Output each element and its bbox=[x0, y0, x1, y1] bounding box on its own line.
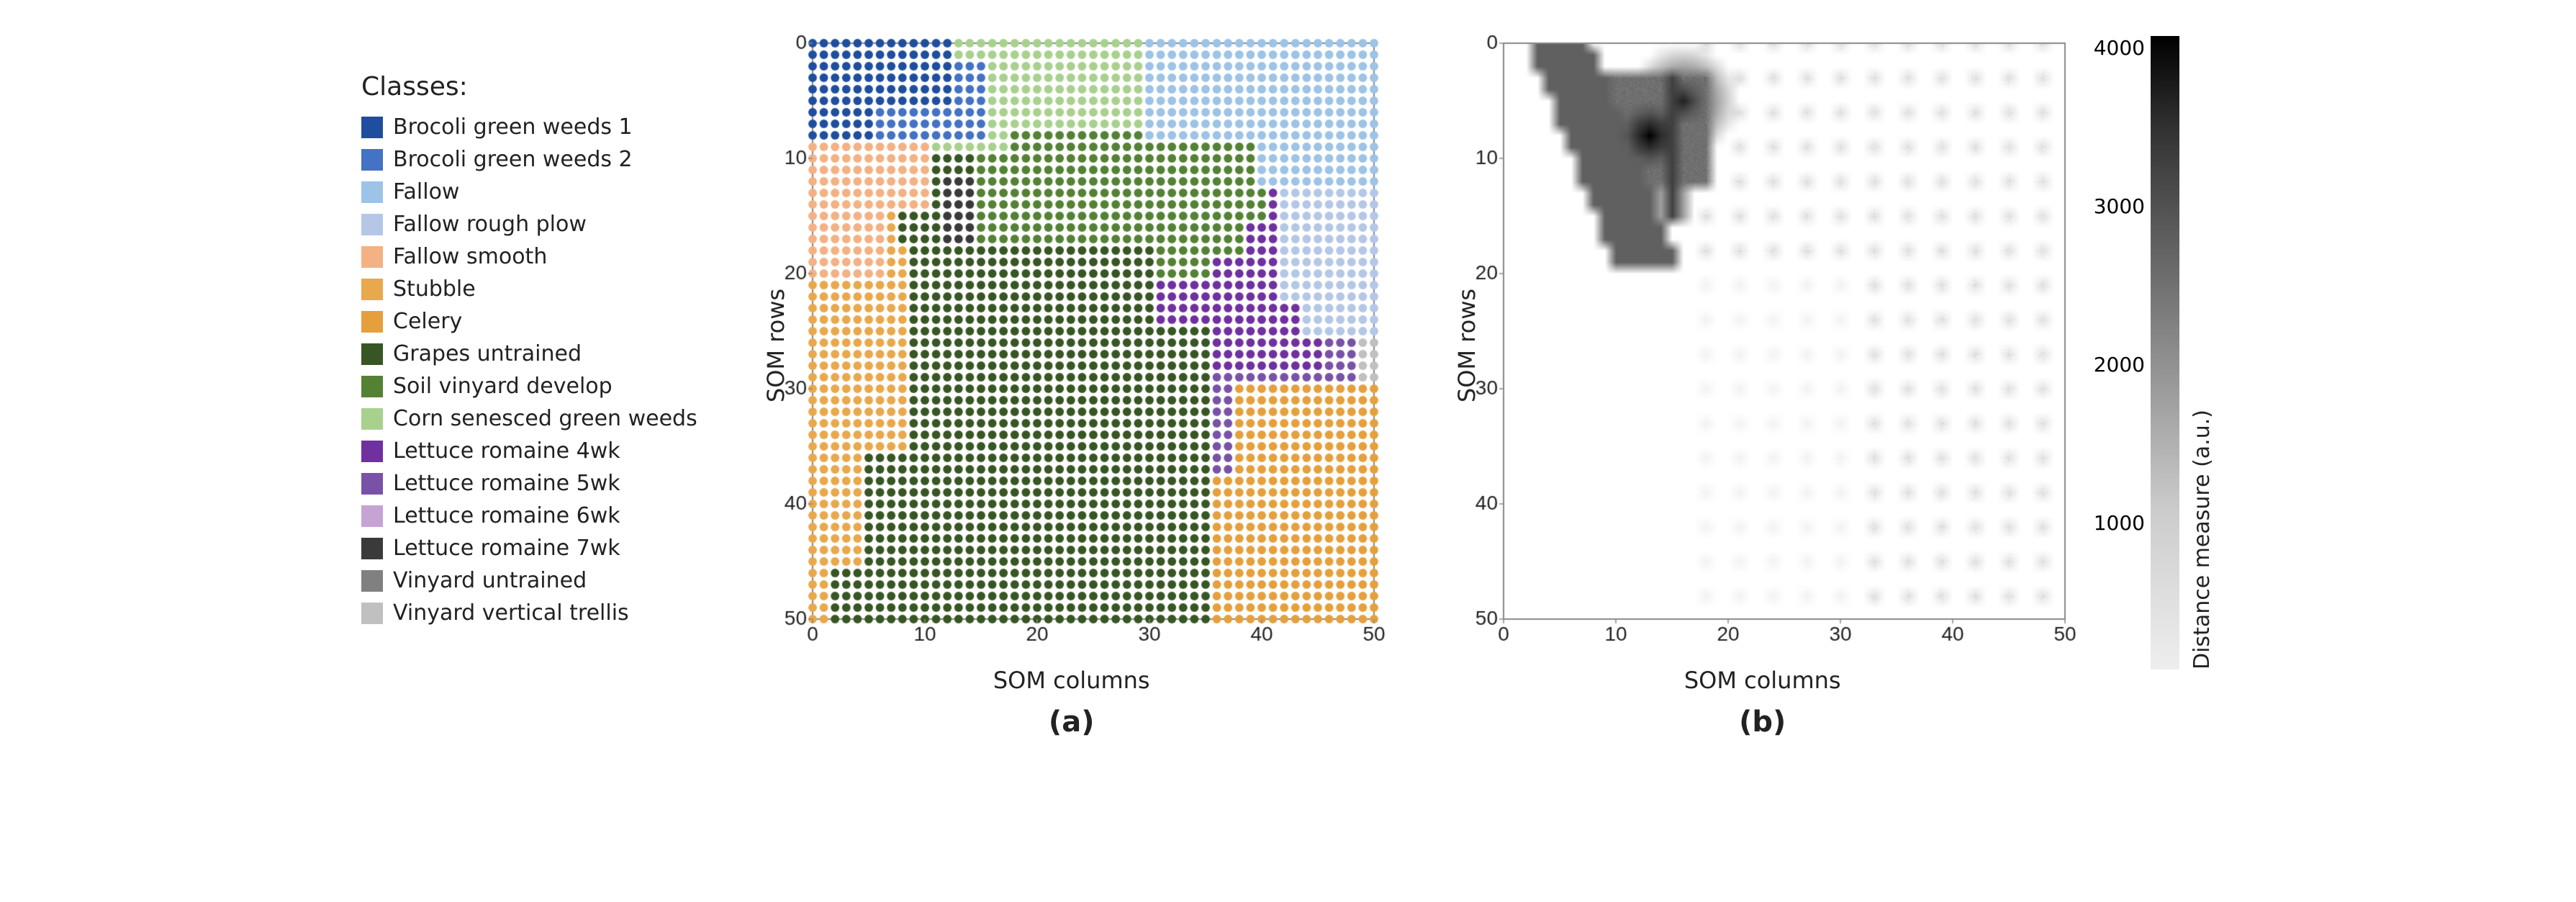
chart-a-y-label: SOM rows bbox=[762, 289, 790, 402]
colorbar-tick-4000: 4000 bbox=[2094, 36, 2145, 60]
legend-item-label: Brocoli green weeds 2 bbox=[393, 147, 633, 172]
chart-b-figure-label: (b) bbox=[1739, 705, 1786, 739]
legend-color-box bbox=[361, 570, 383, 592]
legend-item-label: Fallow smooth bbox=[393, 244, 547, 269]
legend-item-label: Vinyard untrained bbox=[393, 568, 587, 593]
legend-item-label: Lettuce romaine 7wk bbox=[393, 536, 620, 561]
legend-item: Brocoli green weeds 1 bbox=[361, 114, 697, 140]
legend-item-label: Grapes untrained bbox=[393, 341, 582, 366]
legend-item-label: Celery bbox=[393, 309, 462, 334]
legend-item: Grapes untrained bbox=[361, 341, 697, 366]
legend-color-box bbox=[361, 343, 383, 365]
legend-item: Lettuce romaine 5wk bbox=[361, 471, 697, 496]
chart-b-panel: SOM rows SOM columns (b) bbox=[1446, 29, 2079, 739]
legend-item: Celery bbox=[361, 309, 697, 334]
legend-item: Corn senesced green weeds bbox=[361, 406, 697, 431]
legend-item-label: Lettuce romaine 4wk bbox=[393, 438, 620, 464]
chart-b-wrapper: SOM rows bbox=[1446, 29, 2079, 662]
legend-item: Fallow rough plow bbox=[361, 212, 697, 237]
legend-item: Vinyard vertical trellis bbox=[361, 600, 697, 626]
chart-b-y-label: SOM rows bbox=[1453, 289, 1481, 402]
colorbar-tick-2000: 2000 bbox=[2094, 353, 2145, 376]
legend-item: Lettuce romaine 7wk bbox=[361, 536, 697, 561]
legend-panel: Classes: Brocoli green weeds 1Brocoli gr… bbox=[361, 29, 697, 633]
colorbar-bar bbox=[2151, 36, 2179, 669]
chart-b-canvas bbox=[1446, 29, 2079, 662]
legend-item: Soil vinyard develop bbox=[361, 374, 697, 399]
legend-color-box bbox=[361, 149, 383, 171]
legend-color-box bbox=[361, 376, 383, 397]
legend-item-label: Fallow rough plow bbox=[393, 212, 587, 237]
chart-a-x-label: SOM columns bbox=[993, 667, 1150, 694]
legend-item: Fallow bbox=[361, 179, 697, 204]
colorbar-container: 4000 3000 2000 1000 Distance measure (a.… bbox=[2094, 36, 2215, 669]
legend-color-box bbox=[361, 117, 383, 138]
legend-item-label: Lettuce romaine 6wk bbox=[393, 503, 620, 528]
chart-b-section: SOM rows SOM columns (b) 4000 3000 2000 … bbox=[1446, 29, 2215, 739]
chart-a-panel: SOM rows SOM columns (a) bbox=[755, 29, 1388, 739]
colorbar-label: Distance measure (a.u.) bbox=[2189, 36, 2215, 669]
legend-color-box bbox=[361, 473, 383, 495]
legend-item-label: Vinyard vertical trellis bbox=[393, 600, 629, 626]
legend-item: Fallow smooth bbox=[361, 244, 697, 269]
legend-item-label: Soil vinyard develop bbox=[393, 374, 613, 399]
chart-a-figure-label: (a) bbox=[1049, 705, 1095, 739]
legend-item-label: Fallow bbox=[393, 179, 459, 204]
legend-item: Vinyard untrained bbox=[361, 568, 697, 593]
legend-color-box bbox=[361, 408, 383, 430]
legend-item: Lettuce romaine 6wk bbox=[361, 503, 697, 528]
legend-color-box bbox=[361, 538, 383, 559]
legend-color-box bbox=[361, 311, 383, 333]
chart-a-canvas bbox=[755, 29, 1388, 662]
colorbar-tick-3000: 3000 bbox=[2094, 194, 2145, 218]
legend-item: Stubble bbox=[361, 276, 697, 302]
main-container: Classes: Brocoli green weeds 1Brocoli gr… bbox=[0, 0, 2576, 902]
legend-item-label: Lettuce romaine 5wk bbox=[393, 471, 620, 496]
legend-color-box bbox=[361, 603, 383, 624]
legend-color-box bbox=[361, 441, 383, 462]
legend-item-label: Brocoli green weeds 1 bbox=[393, 114, 633, 140]
legend-color-box bbox=[361, 181, 383, 203]
legend-color-box bbox=[361, 214, 383, 235]
legend-items-container: Brocoli green weeds 1 Brocoli green weeds… bbox=[361, 114, 697, 633]
legend-title: Classes: bbox=[361, 72, 468, 102]
legend-item: Brocoli green weeds 2 bbox=[361, 147, 697, 172]
chart-a-wrapper: SOM rows bbox=[755, 29, 1388, 662]
legend-color-box bbox=[361, 505, 383, 527]
legend-item-label: Corn senesced green weeds bbox=[393, 406, 697, 431]
legend-item: Lettuce romaine 4wk bbox=[361, 438, 697, 464]
legend-color-box bbox=[361, 246, 383, 268]
chart-b-x-label: SOM columns bbox=[1684, 667, 1841, 694]
colorbar-ticks: 4000 3000 2000 1000 bbox=[2094, 36, 2151, 669]
legend-color-box bbox=[361, 279, 383, 300]
colorbar-tick-1000: 1000 bbox=[2094, 511, 2145, 535]
legend-item-label: Stubble bbox=[393, 276, 476, 302]
